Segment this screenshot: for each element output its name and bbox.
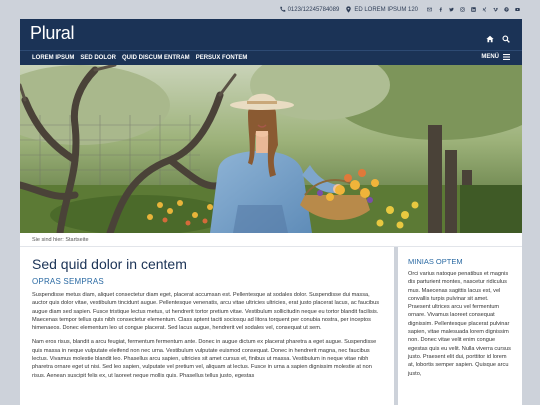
pinterest-icon[interactable] [504, 6, 511, 13]
phone-number: 0123/12245784089 [287, 6, 340, 13]
home-icon[interactable] [486, 30, 494, 48]
site-logo[interactable]: Plural [30, 23, 75, 44]
xing-icon[interactable] [482, 6, 489, 13]
vimeo-icon[interactable] [493, 6, 500, 13]
nav-item-quid-discum-entram[interactable]: QUID DISCUM ENTRAM [122, 55, 190, 61]
sidebar: MINIAS OPTEM Orci varius natoque penatib… [398, 247, 522, 405]
twitter-icon[interactable] [449, 6, 456, 13]
main-content: Sed quid dolor in centem OPRAS SEMPRAS S… [20, 247, 394, 405]
linkedin-icon[interactable] [471, 6, 478, 13]
address-link[interactable]: ED LOREM IPSUM 120 [345, 6, 418, 13]
nav-item-lorem-ipsum[interactable]: LOREM IPSUM [32, 55, 74, 61]
header-actions [486, 30, 510, 48]
youtube-icon[interactable] [515, 6, 522, 13]
map-pin-icon [346, 6, 352, 13]
social-links [423, 6, 522, 13]
address-text: ED LOREM IPSUM 120 [354, 6, 418, 13]
breadcrumb-text: Sie sind hier: Startseite [32, 237, 89, 243]
top-contact-bar: 0123/12245784089 ED LOREM IPSUM 120 [20, 0, 522, 19]
hamburger-icon [503, 54, 510, 60]
body-paragraph-1: Suspendisse metus diam, aliquet consecte… [32, 292, 379, 332]
email-icon[interactable] [427, 6, 434, 13]
menu-toggle-button[interactable]: MENÜ [481, 54, 510, 60]
main-navigation: LOREM IPSUM SED DOLOR QUID DISCUM ENTRAM… [20, 50, 522, 65]
nav-item-persux-fontem[interactable]: PERSUX FONTEM [196, 55, 248, 61]
phone-icon [279, 6, 285, 12]
garden-photo [20, 65, 522, 233]
facebook-icon[interactable] [438, 6, 445, 13]
nav-item-sed-dolor[interactable]: SED DOLOR [80, 55, 116, 61]
page-wrapper: 0123/12245784089 ED LOREM IPSUM 120 Plur… [20, 0, 522, 405]
body-paragraph-2: Nam eros risus, blandit a arcu feugiat, … [32, 339, 377, 379]
site-header: Plural [20, 19, 522, 50]
phone-link[interactable]: 0123/12245784089 [279, 6, 340, 13]
page-title: Sed quid dolor in centem [32, 256, 187, 272]
sidebar-title: MINIAS OPTEM [408, 257, 463, 266]
hero-image [20, 65, 522, 233]
instagram-icon[interactable] [460, 6, 467, 13]
menu-label: MENÜ [481, 54, 499, 60]
search-icon[interactable] [502, 30, 510, 48]
breadcrumb: Sie sind hier: Startseite [20, 233, 522, 247]
sidebar-text: Orci varius natoque penatibus et magnis … [408, 271, 511, 377]
section-subtitle: OPRAS SEMPRAS [32, 277, 104, 286]
